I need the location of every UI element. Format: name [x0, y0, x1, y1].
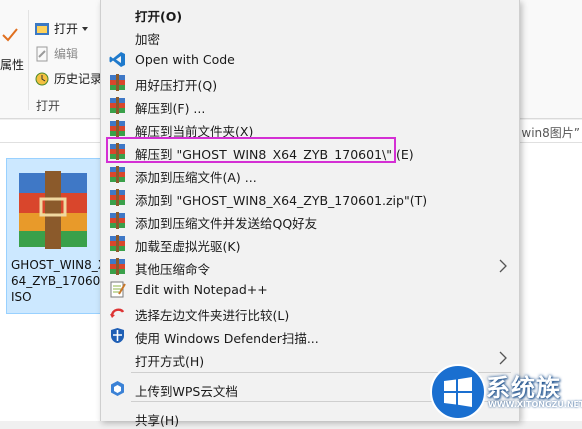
defender-icon [111, 328, 124, 343]
highlight-annotation [106, 137, 396, 163]
compare-icon [110, 308, 125, 318]
edit-icon [36, 46, 48, 61]
haozip-icon [110, 258, 125, 275]
dropdown-arrow-icon [82, 26, 89, 31]
haozip-icon [110, 97, 125, 114]
file-name: GHOST_WIN8_X 64_ZYB_170601 ISO [11, 258, 108, 304]
archive-file-icon [19, 171, 87, 249]
address-text: win8图片” [521, 126, 580, 140]
file-item[interactable]: GHOST_WIN8_X 64_ZYB_170601 ISO [6, 158, 108, 314]
notepadpp-icon [110, 281, 126, 298]
menu-item-edit-notepadpp[interactable]: Edit with Notepad++ [101, 278, 519, 301]
menu-item-other-compress[interactable]: 其他压缩命令 [101, 255, 519, 278]
submenu-arrow-icon [499, 259, 507, 273]
ribbon-divider [28, 10, 29, 110]
menu-item-defender-scan[interactable]: 使用 Windows Defender扫描... [101, 324, 519, 347]
watermark-url: WWW.XITONGZU.NET [488, 400, 582, 409]
haozip-icon [110, 166, 125, 183]
menu-item-extract-to[interactable]: 解压到(F) ... [101, 94, 519, 117]
menu-item-compare-folder[interactable]: 选择左边文件夹进行比较(L) [101, 301, 519, 324]
menu-item-mount-virtual-drive[interactable]: 加载至虚拟光驱(K) [101, 232, 519, 255]
wps-cloud-icon [111, 381, 124, 396]
ribbon-group-label: 打开 [36, 99, 61, 113]
menu-item-encrypt[interactable]: 加密 [101, 25, 519, 48]
edit-label: 编辑 [54, 47, 79, 61]
checkmark-icon [2, 28, 18, 42]
haozip-icon [110, 74, 125, 91]
windows-logo-icon [430, 364, 486, 420]
haozip-icon [110, 212, 125, 229]
menu-item-add-to-archive[interactable]: 添加到压缩文件(A) ... [101, 163, 519, 186]
haozip-icon [110, 235, 125, 252]
edit-button[interactable]: 编辑 [34, 45, 78, 62]
properties-button[interactable]: 属性 [0, 56, 24, 73]
context-menu: 打开(O) 加密 Open with Code 用好压打开(Q) 解压到(F) … [100, 0, 520, 428]
haozip-icon [110, 189, 125, 206]
menu-item-open-with-haozip[interactable]: 用好压打开(Q) [101, 71, 519, 94]
menu-item-open[interactable]: 打开(O) [101, 2, 519, 25]
history-button[interactable]: 历史记录 [34, 70, 102, 87]
menu-item-add-and-send-qq[interactable]: 添加到压缩文件并发送给QQ好友 [101, 209, 519, 232]
vscode-icon [109, 52, 125, 67]
open-button[interactable]: 打开 [34, 20, 89, 37]
menu-item-open-with-code[interactable]: Open with Code [101, 48, 519, 71]
history-label: 历史记录 [54, 72, 103, 86]
open-icon [35, 22, 49, 35]
open-label: 打开 [54, 22, 79, 36]
menu-item-add-to-zip[interactable]: 添加到 "GHOST_WIN8_X64_ZYB_170601.zip"(T) [101, 186, 519, 209]
watermark: 系统族 WWW.XITONGZU.NET [430, 362, 582, 421]
watermark-text: 系统族 [486, 374, 561, 402]
history-icon [35, 72, 49, 85]
haozip-icon [110, 120, 125, 137]
